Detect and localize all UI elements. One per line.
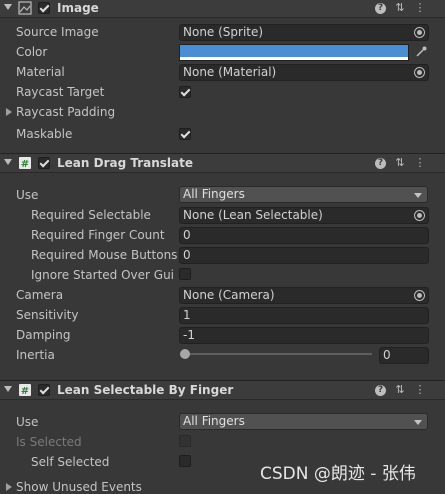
chevron-down-icon xyxy=(414,420,422,425)
camera-label: Camera xyxy=(16,288,64,302)
required-selectable-label: Required Selectable xyxy=(31,208,151,222)
help-icon[interactable]: ? xyxy=(375,385,386,396)
maskable-label: Maskable xyxy=(16,127,73,141)
is-selected-checkbox xyxy=(179,435,191,447)
use-label: Use xyxy=(16,188,39,202)
use-label: Use xyxy=(16,415,39,429)
damping-label: Damping xyxy=(16,328,71,342)
camera-value: None (Camera) xyxy=(183,288,275,302)
more-options-icon[interactable]: ⋮ xyxy=(413,1,427,15)
lean-selectable-by-finger-title: Lean Selectable By Finger xyxy=(57,383,234,397)
show-unused-events-label[interactable]: Show Unused Events xyxy=(16,480,142,494)
more-options-icon[interactable]: ⋮ xyxy=(413,383,427,397)
image-component-header[interactable]: Image ? ⇅ ⋮ xyxy=(0,0,445,18)
lean-drag-translate-header[interactable]: # Lean Drag Translate ? ⇅ ⋮ xyxy=(0,153,445,173)
foldout-arrow-icon[interactable] xyxy=(4,386,12,392)
sensitivity-field[interactable]: 1 xyxy=(179,307,429,324)
required-mouse-buttons-field[interactable]: 0 xyxy=(179,247,429,264)
required-selectable-value: None (Lean Selectable) xyxy=(183,208,323,222)
more-options-icon[interactable]: ⋮ xyxy=(413,156,427,170)
object-picker-icon[interactable] xyxy=(414,67,425,78)
required-finger-count-label: Required Finger Count xyxy=(31,228,165,242)
use-dropdown[interactable]: All Fingers xyxy=(179,186,428,203)
inertia-slider-thumb[interactable] xyxy=(180,349,190,359)
presets-icon[interactable]: ⇅ xyxy=(393,1,407,15)
raycast-target-checkbox[interactable] xyxy=(179,86,191,98)
image-title: Image xyxy=(57,1,99,15)
image-component-icon xyxy=(18,1,32,15)
maskable-checkbox[interactable] xyxy=(179,128,191,140)
eyedropper-icon[interactable] xyxy=(414,45,428,59)
ignore-started-over-gui-label: Ignore Started Over Gui xyxy=(31,268,175,282)
object-picker-icon[interactable] xyxy=(414,27,425,38)
source-image-field[interactable]: None (Sprite) xyxy=(179,24,429,41)
required-mouse-buttons-label: Required Mouse Buttons xyxy=(31,248,178,262)
watermark: CSDN @朗迹 - 张伟 xyxy=(260,464,416,484)
raycast-padding-foldout-icon[interactable] xyxy=(6,108,12,116)
script-icon: # xyxy=(19,157,31,170)
raycast-target-label: Raycast Target xyxy=(16,85,105,99)
object-picker-icon[interactable] xyxy=(414,210,425,221)
chevron-down-icon xyxy=(414,193,422,198)
required-finger-count-value: 0 xyxy=(183,228,191,242)
inertia-value: 0 xyxy=(383,348,391,362)
sensitivity-label: Sensitivity xyxy=(16,308,79,322)
source-image-label: Source Image xyxy=(16,25,99,39)
help-icon[interactable]: ? xyxy=(375,158,386,169)
self-selected-checkbox[interactable] xyxy=(179,455,191,467)
color-alpha-bar xyxy=(180,57,408,60)
damping-field[interactable]: -1 xyxy=(179,327,429,344)
use-dropdown-value: All Fingers xyxy=(183,187,245,201)
use-dropdown-value: All Fingers xyxy=(183,414,245,428)
damping-value: -1 xyxy=(183,328,195,342)
self-selected-label: Self Selected xyxy=(31,455,110,469)
color-label: Color xyxy=(16,45,48,59)
inertia-field[interactable]: 0 xyxy=(379,347,429,364)
presets-icon[interactable]: ⇅ xyxy=(393,156,407,170)
object-picker-icon[interactable] xyxy=(414,290,425,301)
use-dropdown[interactable]: All Fingers xyxy=(179,413,428,430)
lean-selectable-by-finger-header[interactable]: # Lean Selectable By Finger ? ⇅ ⋮ xyxy=(0,380,445,400)
inertia-slider-track[interactable] xyxy=(183,353,372,355)
image-enabled-checkbox[interactable] xyxy=(38,2,50,14)
required-finger-count-field[interactable]: 0 xyxy=(179,227,429,244)
sensitivity-value: 1 xyxy=(183,308,191,322)
help-icon[interactable]: ? xyxy=(375,3,386,14)
foldout-arrow-icon[interactable] xyxy=(4,159,12,165)
presets-icon[interactable]: ⇅ xyxy=(393,383,407,397)
required-selectable-field[interactable]: None (Lean Selectable) xyxy=(179,207,429,224)
material-field[interactable]: None (Material) xyxy=(179,64,429,81)
script-icon: # xyxy=(19,384,31,397)
inertia-label: Inertia xyxy=(16,348,55,362)
foldout-arrow-icon[interactable] xyxy=(4,4,12,10)
raycast-padding-label[interactable]: Raycast Padding xyxy=(16,105,115,119)
is-selected-label: Is Selected xyxy=(16,435,82,449)
lean-drag-translate-title: Lean Drag Translate xyxy=(57,156,194,170)
drag-enabled-checkbox[interactable] xyxy=(38,157,50,169)
camera-field[interactable]: None (Camera) xyxy=(179,287,429,304)
color-field[interactable] xyxy=(179,44,409,61)
source-image-value: None (Sprite) xyxy=(183,25,264,39)
material-value: None (Material) xyxy=(183,65,277,79)
required-mouse-buttons-value: 0 xyxy=(183,248,191,262)
selectable-enabled-checkbox[interactable] xyxy=(38,384,50,396)
ignore-started-over-gui-checkbox[interactable] xyxy=(179,268,191,280)
svg-text:#: # xyxy=(21,386,29,397)
svg-text:#: # xyxy=(21,159,29,170)
material-label: Material xyxy=(16,65,65,79)
